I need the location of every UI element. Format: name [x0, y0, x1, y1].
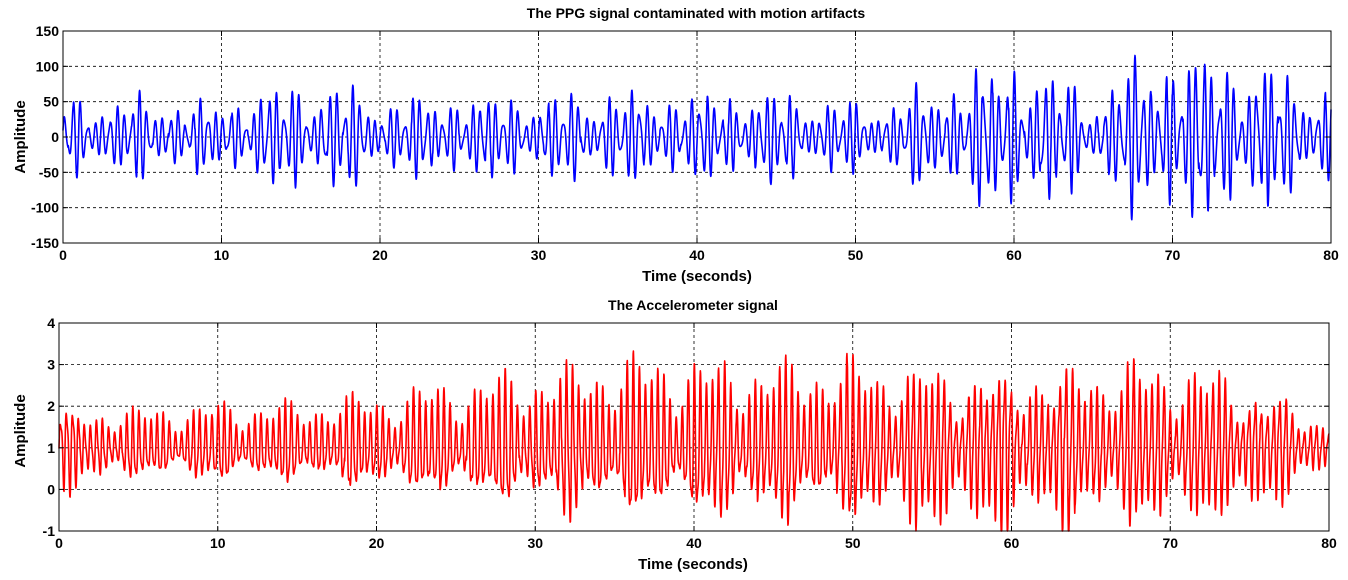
accelerometer-x-tick-label: 20	[369, 535, 385, 551]
ppg-x-tick-label: 70	[1165, 247, 1181, 263]
ppg-y-tick-label: 50	[43, 94, 59, 110]
ppg-x-tick-label: 30	[531, 247, 547, 263]
ppg-y-tick-label: -150	[31, 235, 59, 251]
ppg-x-tick-label: 40	[689, 247, 705, 263]
accelerometer-y-tick-label: 0	[47, 481, 55, 497]
accelerometer-x-tick-label: 0	[55, 535, 63, 551]
ppg-y-axis-label: Amplitude	[12, 100, 29, 173]
accelerometer-x-tick-label: 30	[527, 535, 543, 551]
accelerometer-y-tick-label: 1	[47, 440, 55, 456]
accelerometer-chart-title: The Accelerometer signal	[608, 297, 778, 313]
ppg-x-tick-label: 50	[848, 247, 864, 263]
ppg-y-tick-label: -50	[39, 164, 59, 180]
ppg-y-tick-label: -100	[31, 200, 59, 216]
accelerometer-y-tick-label: 4	[47, 315, 55, 331]
ppg-x-axis-label: Time (seconds)	[642, 268, 752, 285]
accelerometer-chart: The Accelerometer signal 0 10 20 30 40 50 60 70…	[12, 297, 1337, 573]
accelerometer-y-axis-label: Amplitude	[12, 394, 29, 467]
ppg-chart: The PPG signal contaminated with motion …	[12, 5, 1339, 285]
accelerometer-x-axis-label: Time (seconds)	[638, 556, 748, 573]
ppg-chart-title: The PPG signal contaminated with motion …	[527, 5, 866, 21]
ppg-x-tick-label: 10	[214, 247, 230, 263]
accelerometer-x-tick-label: 70	[1162, 535, 1178, 551]
figure: The PPG signal contaminated with motion …	[12, 5, 1339, 573]
ppg-x-tick-label: 0	[59, 247, 67, 263]
accelerometer-x-tick-label: 50	[845, 535, 861, 551]
ppg-x-tick-label: 60	[1006, 247, 1022, 263]
ppg-y-tick-label: 100	[36, 58, 60, 74]
ppg-y-tick-label: 0	[51, 129, 59, 145]
ppg-x-tick-label: 80	[1323, 247, 1339, 263]
accelerometer-y-tick-label: -1	[43, 523, 56, 539]
ppg-x-tick-label: 20	[372, 247, 388, 263]
accelerometer-y-tick-label: 2	[47, 398, 55, 414]
accelerometer-x-tick-label: 60	[1004, 535, 1020, 551]
ppg-y-tick-label: 150	[36, 23, 60, 39]
accelerometer-x-tick-label: 80	[1321, 535, 1337, 551]
accelerometer-x-tick-label: 40	[686, 535, 702, 551]
accelerometer-y-tick-label: 3	[47, 357, 55, 373]
accelerometer-x-tick-label: 10	[210, 535, 226, 551]
